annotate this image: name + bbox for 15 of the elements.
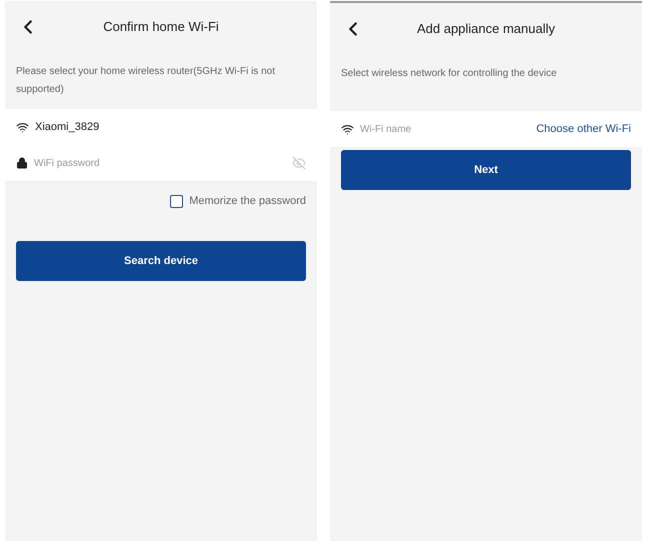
wifi-icon xyxy=(341,122,354,136)
memorize-label: Memorize the password xyxy=(189,194,306,209)
primary-button[interactable]: Next xyxy=(341,150,631,190)
description-text: Select wireless network for controlling the device xyxy=(340,67,558,81)
password-field[interactable]: WiFi password xyxy=(34,156,286,170)
wifi-icon xyxy=(16,120,29,134)
network-name: Xiaomi_3829 xyxy=(35,120,100,135)
wifi-name-field[interactable]: Wi-Fi name xyxy=(360,122,530,136)
description-text: Please select your home wireless router(5GHz Wi-Fi is not supported) xyxy=(15,65,276,97)
lock-icon xyxy=(16,157,28,169)
screen-title: Add appliance manually xyxy=(416,20,556,38)
screen-title: Confirm home Wi-Fi xyxy=(102,18,220,36)
checkbox[interactable] xyxy=(170,194,184,208)
choose-wifi-link[interactable]: Choose other Wi-Fi xyxy=(536,120,631,138)
primary-button[interactable]: Search device xyxy=(16,241,306,281)
